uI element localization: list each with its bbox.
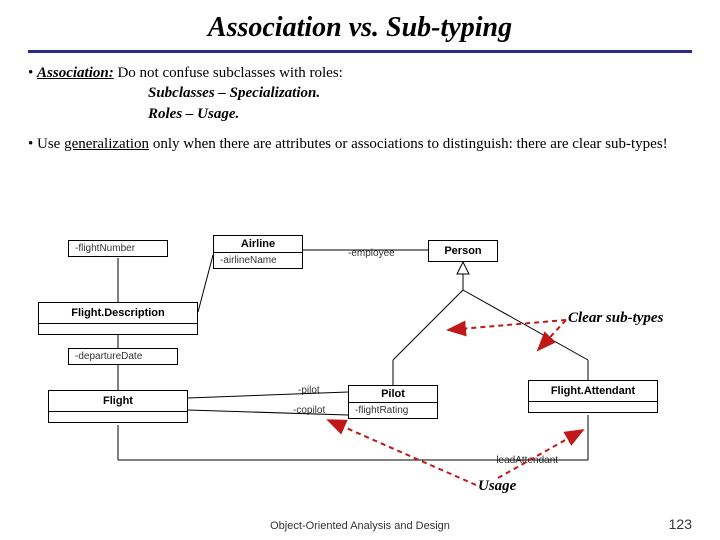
content-area: • Association: Do not confuse subclasses… <box>0 63 720 154</box>
annotation-clear-subtypes: Clear sub-types <box>568 310 663 327</box>
uml-flight-attr: -departureDate <box>69 349 177 364</box>
label-employee: -employee <box>348 248 395 259</box>
uml-pilot-title: Pilot <box>349 386 437 403</box>
label-copilot: -copilot <box>293 405 325 416</box>
bullet-2-u: generalization <box>64 136 149 152</box>
footer-text: Object-Oriented Analysis and Design <box>0 520 720 532</box>
uml-airline-title: Airline <box>214 236 302 253</box>
label-leadattendant: -leadAttendant <box>493 455 558 466</box>
annotation-usage: Usage <box>478 478 516 495</box>
bullet-2: • Use generalization only when there are… <box>28 134 692 154</box>
bullet-1-line2: Subclasses – Specialization. <box>148 83 692 103</box>
uml-pilot: Pilot -flightRating <box>348 385 438 419</box>
bullet-1-label: Association: <box>37 65 114 81</box>
title-rule <box>28 50 692 53</box>
uml-flightdesc-attr: -flightNumber <box>69 241 167 256</box>
uml-flightattendant-title: Flight.Attendant <box>529 381 657 402</box>
label-pilot: -pilot <box>298 385 320 396</box>
uml-airline: Airline -airlineName <box>213 235 303 269</box>
uml-flight-title: Flight <box>49 391 187 412</box>
page-number: 123 <box>669 516 692 532</box>
bullet-1-rest: Do not confuse subclasses with roles: <box>114 65 343 81</box>
bullet-1: • Association: Do not confuse subclasses… <box>28 63 692 124</box>
uml-flight-empty <box>49 412 187 422</box>
uml-diagram: -flightNumber Airline -airlineName -empl… <box>28 230 692 490</box>
slide-title: Association vs. Sub-typing <box>0 0 720 50</box>
bullet-2-pre: Use <box>37 136 64 152</box>
uml-flight-attr-box: -departureDate <box>68 348 178 365</box>
bullet-2-post: only when there are attributes or associ… <box>149 136 668 152</box>
uml-flightattendant-empty <box>529 402 657 412</box>
uml-person: Person <box>428 240 498 262</box>
uml-airline-attr: -airlineName <box>214 253 302 268</box>
uml-flightdesc-title: Flight.Description <box>39 303 197 324</box>
uml-person-title: Person <box>429 241 497 261</box>
bullet-1-line3: Roles – Usage. <box>148 104 692 124</box>
uml-flightdesc: Flight.Description <box>38 302 198 335</box>
uml-flightdesc-attr-box: -flightNumber <box>68 240 168 257</box>
uml-flightdesc-empty <box>39 324 197 334</box>
uml-flight: Flight <box>48 390 188 423</box>
uml-flightattendant: Flight.Attendant <box>528 380 658 413</box>
uml-pilot-attr: -flightRating <box>349 403 437 418</box>
